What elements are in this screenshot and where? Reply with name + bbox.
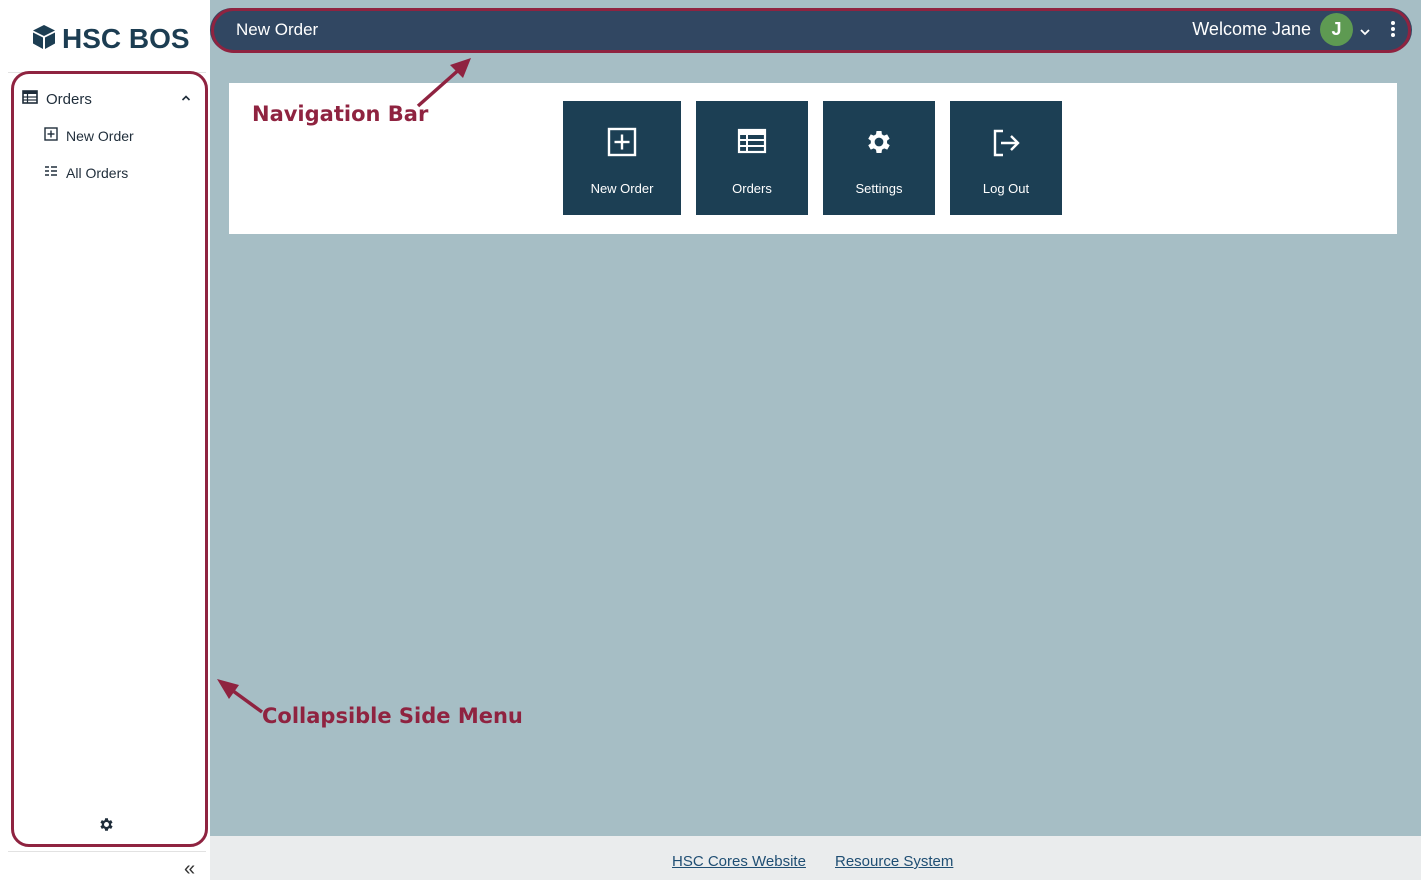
footer-link-resource-system[interactable]: Resource System (835, 853, 953, 870)
footer-link-hsc-cores[interactable]: HSC Cores Website (672, 853, 806, 870)
annotation-arrows (217, 58, 471, 714)
arrowhead-side-menu (217, 679, 239, 699)
footer: HSC Cores Website Resource System (210, 836, 1421, 880)
app-root: HSC BOS Orders New Order All Orders « Ne… (0, 0, 1421, 880)
arrow-navigation-bar (416, 65, 464, 108)
